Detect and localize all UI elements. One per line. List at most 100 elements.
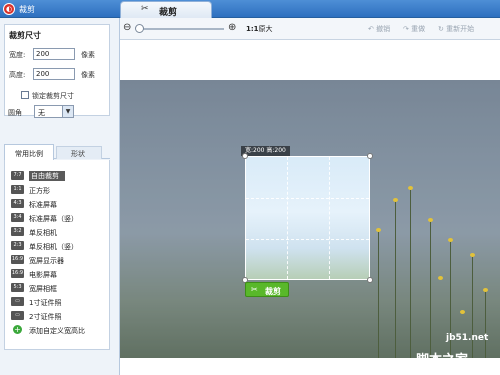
- ratio-tabs: 常用比例 形状: [4, 144, 110, 160]
- ratio-item-3-4[interactable]: 3:4 标准屏幕（竖）: [5, 212, 109, 224]
- ratio-2-3-icon: 2:3: [11, 241, 24, 250]
- restart-button[interactable]: ↻ 重新开始: [438, 24, 474, 34]
- crop-grid-line: [287, 157, 288, 279]
- ratio-item-label: 1寸证件照: [29, 299, 62, 307]
- width-input[interactable]: 200: [33, 48, 75, 60]
- crop-grid-line: [246, 198, 369, 199]
- flower-stem: [410, 188, 411, 358]
- watermark-site: jb51.net: [446, 333, 489, 343]
- height-input[interactable]: 200: [33, 68, 75, 80]
- chevron-down-icon[interactable]: ▼: [62, 106, 73, 117]
- zoom-in-icon[interactable]: ⊕: [228, 22, 236, 33]
- flower: [408, 186, 413, 190]
- flower: [470, 253, 475, 257]
- flower: [448, 238, 453, 242]
- crop-handle-bottom-right[interactable]: [367, 277, 373, 283]
- left-panel: 裁剪尺寸 宽度: 200 像素 高度: 200 像素 锁定裁剪尺寸 圆角 无 ▼…: [0, 18, 120, 375]
- height-label: 高度:: [9, 71, 26, 79]
- corner-select[interactable]: 无 ▼: [34, 105, 74, 118]
- flower: [460, 310, 465, 314]
- ratio-5-3-icon: 5:3: [11, 283, 24, 292]
- flower-stem: [485, 290, 486, 358]
- ratio-item-2-3[interactable]: 2:3 单反相机（竖）: [5, 240, 109, 252]
- ratio-item-label: 添加自定义宽高比: [29, 327, 85, 335]
- ratio-item-3-2[interactable]: 3:2 单反相机: [5, 226, 109, 238]
- ratio-item-id-2inch[interactable]: ▭ 2寸证件照: [5, 310, 109, 322]
- ratio-free-icon: 7:7: [11, 171, 24, 180]
- width-unit: 像素: [81, 51, 95, 59]
- crop-handle-top-right[interactable]: [367, 153, 373, 159]
- flower-stem: [378, 230, 379, 358]
- ratio-item-label: 单反相机: [29, 229, 57, 237]
- crop-size-readout: 宽:200 高:200: [241, 146, 290, 156]
- ratio-item-label: 单反相机（竖）: [29, 243, 78, 251]
- tab-common-ratio-label: 常用比例: [15, 150, 43, 158]
- corner-value: 无: [38, 109, 45, 117]
- tab-shape-label: 形状: [71, 150, 85, 158]
- ratio-item-free[interactable]: 7:7 自由裁剪: [5, 170, 109, 182]
- ratio-item-add-custom[interactable]: + 添加自定义宽高比: [5, 324, 109, 336]
- undo-button[interactable]: ↶ 撤销: [368, 24, 390, 34]
- actual-size-label: 原大: [258, 25, 273, 33]
- ratio-item-label: 2寸证件照: [29, 313, 62, 321]
- ratio-item-widescreen[interactable]: 16:9 宽屏显示器: [5, 254, 109, 266]
- height-unit: 像素: [81, 71, 95, 79]
- id-photo-icon: ▭: [11, 311, 24, 320]
- ratio-16-9-icon: 16:9: [11, 255, 24, 264]
- crop-size-title: 裁剪尺寸: [9, 31, 41, 40]
- width-label: 宽度:: [9, 51, 26, 59]
- flower: [393, 198, 398, 202]
- flower: [483, 288, 488, 292]
- image-canvas[interactable]: 宽:200 高:200 ✂ 裁剪: [120, 80, 500, 358]
- redo-button[interactable]: ↷ 重做: [403, 24, 425, 34]
- app-title: 裁剪: [19, 5, 35, 14]
- ratio-item-label: 电影屏幕: [29, 271, 57, 279]
- crop-grid-line: [246, 239, 369, 240]
- ratio-item-square[interactable]: 1:1 正方形: [5, 184, 109, 196]
- lock-size-label: 锁定裁剪尺寸: [32, 92, 74, 100]
- tab-shape[interactable]: 形状: [56, 146, 102, 159]
- app-logo-icon: ◐: [3, 3, 15, 15]
- watermark-logo-text: 脚本之家: [416, 353, 469, 368]
- zoom-out-icon[interactable]: ⊖: [123, 22, 131, 33]
- ratio-list: 7:7 自由裁剪 1:1 正方形 4:3 标准屏幕 3:4 标准屏幕（竖） 3:…: [4, 160, 110, 350]
- ratio-item-id-1inch[interactable]: ▭ 1寸证件照: [5, 296, 109, 308]
- ratio-16-9-icon: 16:9: [11, 269, 24, 278]
- actual-size-button[interactable]: 1:1原大: [246, 24, 273, 34]
- ratio-item-label: 宽屏显示器: [29, 257, 64, 265]
- ratio-item-label: 标准屏幕: [29, 201, 57, 209]
- ratio-item-cinema[interactable]: 16:9 电影屏幕: [5, 268, 109, 280]
- tab-common-ratio[interactable]: 常用比例: [4, 144, 54, 160]
- ratio-1-1-icon: 1:1: [11, 185, 24, 194]
- ratio-3-2-icon: 3:2: [11, 227, 24, 236]
- tab-crop-label: 裁剪: [159, 8, 178, 18]
- ratio-item-5-3[interactable]: 5:3 宽屏相框: [5, 282, 109, 294]
- crop-button[interactable]: ✂ 裁剪: [245, 282, 289, 297]
- flower-stem: [430, 220, 431, 358]
- ratio-3-4-icon: 3:4: [11, 213, 24, 222]
- scissors-icon: ✂: [141, 4, 149, 14]
- crop-button-label: 裁剪: [265, 287, 281, 296]
- tab-crop[interactable]: ✂ 裁剪: [120, 1, 212, 18]
- lock-size-checkbox[interactable]: [21, 91, 29, 99]
- crop-size-box: 裁剪尺寸 宽度: 200 像素 高度: 200 像素 锁定裁剪尺寸: [4, 24, 110, 116]
- ratio-item-4-3[interactable]: 4:3 标准屏幕: [5, 198, 109, 210]
- ratio-item-label: 正方形: [29, 187, 50, 195]
- zoom-slider-thumb[interactable]: [135, 24, 144, 33]
- zoom-slider[interactable]: [135, 24, 224, 33]
- ratio-item-label: 自由裁剪: [29, 171, 65, 181]
- crop-handle-top-left[interactable]: [242, 153, 248, 159]
- actual-size-ratio: 1:1: [246, 25, 259, 33]
- ratio-item-label: 标准屏幕（竖）: [29, 215, 78, 223]
- flower: [438, 276, 443, 280]
- id-photo-icon: ▭: [11, 297, 24, 306]
- toolbar: ⊖ ⊕ 1:1原大 ↶ 撤销 ↷ 重做 ↻ 重新开始: [120, 18, 500, 40]
- crop-selection[interactable]: [245, 156, 370, 280]
- add-icon: +: [13, 325, 22, 334]
- flower: [428, 218, 433, 222]
- scissors-icon: ✂: [251, 285, 258, 294]
- crop-grid-line: [329, 157, 330, 279]
- flower: [376, 228, 381, 232]
- corner-label: 圆角: [8, 109, 22, 117]
- ratio-4-3-icon: 4:3: [11, 199, 24, 208]
